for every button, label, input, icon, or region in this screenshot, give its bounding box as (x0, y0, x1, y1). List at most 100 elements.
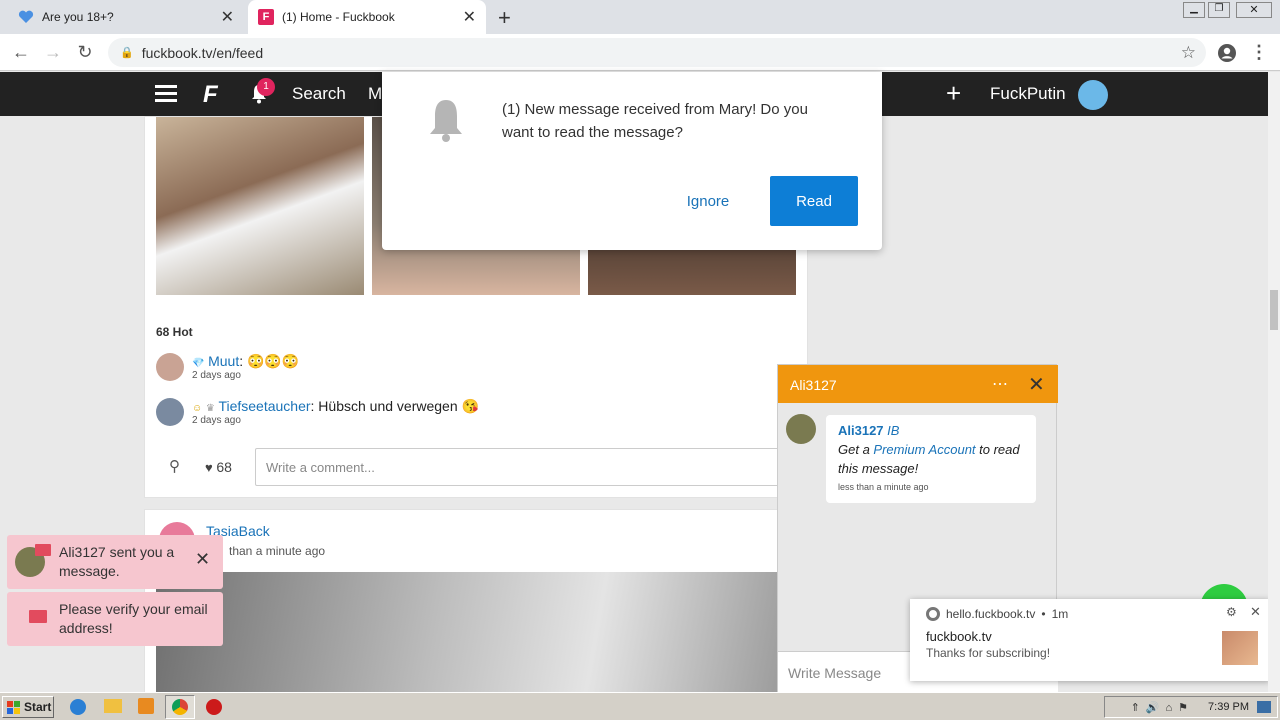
username-link[interactable]: FuckPutin (990, 84, 1066, 104)
comment-author[interactable]: Tiefseetaucher (218, 398, 310, 414)
verify-email-toast[interactable]: Please verify your email address! (7, 592, 223, 646)
bookmark-star-icon[interactable]: ☆ (1181, 43, 1196, 63)
more-options-icon[interactable]: ⋯ (992, 374, 1009, 394)
media-player-icon[interactable] (138, 698, 154, 714)
tab-home[interactable]: F (1) Home - Fuckbook ✕ (248, 0, 486, 34)
site-logo-icon[interactable]: F (203, 81, 218, 109)
message-toast[interactable]: Ali3127 sent you a message. ✕ (7, 535, 223, 589)
sender-avatar[interactable] (786, 414, 816, 444)
close-tab-icon[interactable]: ✕ (463, 7, 476, 27)
os-taskbar: Start ⇑🔊⌂⚑ 7:39 PM (0, 692, 1280, 720)
comment-text: : Hübsch und verwegen 😘 (310, 398, 479, 414)
notification-body: Thanks for subscribing! (926, 646, 1051, 660)
comment-input[interactable]: Write a comment... (255, 448, 783, 486)
hot-count: 68 Hot (156, 325, 193, 339)
message-text: Get a (838, 442, 874, 457)
start-label: Start (24, 700, 52, 714)
tab-age-check[interactable]: Are you 18+? ✕ (8, 0, 244, 34)
notification-count-badge: 1 (257, 78, 275, 96)
close-window-button[interactable]: ✕ (1236, 2, 1272, 18)
message-time: less than a minute ago (838, 482, 929, 492)
system-tray: ⇑🔊⌂⚑ 7:39 PM (1104, 696, 1278, 718)
chrome-icon (172, 699, 188, 715)
menu-kebab-icon[interactable]: ⋮ (1244, 34, 1274, 71)
premium-account-link[interactable]: Premium Account (873, 442, 975, 457)
tab-title: (1) Home - Fuckbook (282, 10, 395, 24)
comment-time: 2 days ago (192, 370, 241, 381)
start-button[interactable]: Start (2, 696, 54, 718)
notification-thumbnail (1222, 631, 1258, 665)
comment: ☺ ♛ Tiefseetaucher: Hübsch und verwegen … (156, 398, 479, 426)
clock: 7:39 PM (1208, 701, 1249, 713)
tab-title: Are you 18+? (42, 10, 114, 24)
chat-message-bubble: Ali3127 IB Get a Premium Account to read… (826, 415, 1036, 503)
notification-age: 1m (1051, 607, 1069, 621)
crown-icon: ♛ (205, 403, 215, 414)
user-avatar[interactable] (1078, 80, 1108, 110)
read-button[interactable]: Read (770, 176, 858, 226)
forward-arrow-icon[interactable]: → (38, 34, 68, 71)
windows-logo-icon (7, 700, 20, 714)
site-favicon-icon: F (258, 9, 274, 25)
toast-text: Ali3127 sent you a message. (59, 544, 175, 579)
folder-icon[interactable] (104, 699, 122, 713)
heart-icon (18, 9, 34, 25)
like-button[interactable]: ♥ 68 (205, 459, 232, 475)
message-prompt-dialog: (1) New message received from Mary! Do y… (382, 72, 882, 250)
post-time: than a minute ago (229, 544, 326, 558)
comment-time: 2 days ago (192, 415, 241, 426)
new-tab-button[interactable]: + (498, 5, 511, 31)
notification-title: fuckbook.tv (926, 629, 992, 644)
sender-name[interactable]: Ali3127 (838, 423, 884, 438)
chat-header[interactable]: Ali3127 ⋯ ✕ (778, 365, 1058, 403)
back-arrow-icon[interactable]: ← (6, 34, 36, 71)
prompt-message: (1) New message received from Mary! Do y… (502, 101, 808, 141)
ie-icon[interactable] (70, 699, 86, 715)
sender-tag: IB (887, 423, 900, 438)
chrome-taskbar-button[interactable] (165, 695, 195, 719)
close-icon[interactable]: ✕ (195, 550, 210, 569)
chat-title: Ali3127 (790, 377, 837, 393)
commenter-avatar[interactable] (156, 353, 184, 381)
settings-gear-icon[interactable]: ⚙ (1226, 605, 1237, 619)
search-link[interactable]: Search (292, 84, 346, 104)
toast-text: Please verify your email address! (59, 601, 208, 636)
comment-text: : 😳😳😳 (239, 353, 300, 369)
bell-icon (426, 98, 466, 147)
chrome-icon (926, 607, 940, 621)
browser-toolbar: ← → ↻ 🔒 fuckbook.tv/en/feed ☆ ⋮ (0, 34, 1280, 71)
system-notification[interactable]: hello.fuckbook.tv • 1m fuckbook.tv Thank… (910, 599, 1270, 681)
heart-icon: ♥ (205, 460, 213, 475)
envelope-icon (29, 610, 47, 623)
hamburger-menu-icon[interactable] (155, 85, 177, 102)
tray-icons[interactable]: ⇑🔊⌂⚑ (1131, 701, 1194, 714)
badge-icon: ☺ (192, 403, 203, 414)
envelope-icon (35, 544, 51, 556)
notification-source: hello.fuckbook.tv (946, 607, 1036, 621)
diamond-icon: 💎 (192, 358, 205, 369)
page-scrollbar[interactable] (1268, 72, 1280, 692)
post-photo[interactable] (156, 117, 364, 295)
browser-tab-bar: Are you 18+? ✕ F (1) Home - Fuckbook ✕ +… (0, 0, 1280, 34)
feed-post: TasiaBack than a minute ago (144, 509, 778, 700)
commenter-avatar[interactable] (156, 398, 184, 426)
reload-icon[interactable]: ↻ (70, 34, 100, 71)
scrollbar-thumb[interactable] (1270, 290, 1278, 330)
minimize-button[interactable]: ▁ (1183, 2, 1205, 18)
close-icon[interactable]: ✕ (1028, 372, 1045, 397)
restore-button[interactable]: ❐ (1208, 2, 1230, 18)
address-bar[interactable]: 🔒 fuckbook.tv/en/feed ☆ (108, 38, 1206, 67)
post-photo[interactable] (156, 572, 778, 700)
show-desktop-icon[interactable] (1257, 701, 1271, 713)
url-text: fuckbook.tv/en/feed (141, 44, 264, 61)
ignore-button[interactable]: Ignore (672, 184, 744, 218)
close-tab-icon[interactable]: ✕ (221, 7, 234, 27)
opera-icon[interactable] (206, 699, 222, 715)
menu-link-partial[interactable]: M (368, 84, 382, 104)
profile-icon[interactable] (1212, 34, 1242, 71)
like-count: 68 (216, 459, 232, 475)
add-post-button[interactable]: + (946, 78, 961, 109)
close-icon[interactable]: ✕ (1250, 604, 1261, 620)
comment-author[interactable]: Muut (208, 353, 239, 369)
pin-icon[interactable]: ⚲ (169, 457, 180, 475)
